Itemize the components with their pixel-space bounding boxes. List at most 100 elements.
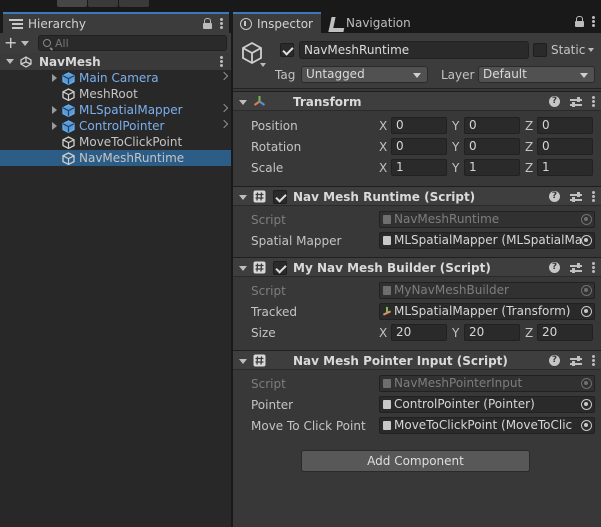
tracked-field[interactable]: MLSpatialMapper (Transform) <box>379 303 595 320</box>
position-z-field[interactable]: 0 <box>537 117 593 134</box>
info-icon <box>240 17 252 30</box>
axis-x-label[interactable]: X <box>379 117 391 134</box>
foldout-open-icon[interactable] <box>6 58 14 66</box>
object-picker-icon[interactable] <box>581 306 592 317</box>
help-icon[interactable]: ? <box>549 355 560 366</box>
foldout-open-icon[interactable] <box>239 357 247 365</box>
axis-z-label[interactable]: Z <box>525 117 537 134</box>
preset-icon[interactable] <box>570 96 582 107</box>
object-name-field[interactable]: NavMeshRuntime <box>299 41 529 59</box>
hierarchy-item[interactable]: Main Camera <box>0 70 231 86</box>
scale-y-field[interactable]: 1 <box>464 159 520 176</box>
layer-dropdown[interactable]: Default <box>478 66 595 83</box>
chevron-right-icon[interactable] <box>219 103 229 113</box>
axis-x-label[interactable]: X <box>379 159 391 176</box>
axis-y-label[interactable]: Y <box>452 117 464 134</box>
axis-x-label[interactable]: X <box>379 324 391 341</box>
static-checkbox[interactable] <box>533 43 547 57</box>
hierarchy-item[interactable]: ControlPointer <box>0 118 231 134</box>
component-enabled-checkbox[interactable] <box>273 190 287 204</box>
help-icon[interactable]: ? <box>549 262 560 273</box>
transform-header[interactable]: Transform ? <box>233 91 601 111</box>
scale-label: Scale <box>251 161 284 175</box>
object-picker-icon[interactable] <box>581 399 592 410</box>
rotation-y-field[interactable]: 0 <box>464 138 520 155</box>
scale-x-field[interactable]: 1 <box>391 159 447 176</box>
add-icon[interactable]: + <box>4 35 17 51</box>
scene-kebab-icon[interactable] <box>220 56 223 67</box>
component-kebab-icon[interactable] <box>592 262 595 273</box>
size-y-field[interactable]: 20 <box>464 324 520 341</box>
my-nav-mesh-builder-component: My Nav Mesh Builder (Script) ? Script My… <box>233 257 601 343</box>
foldout-closed-icon[interactable] <box>50 74 58 82</box>
hierarchy-item-label: MLSpatialMapper <box>79 103 183 117</box>
tab-inspector[interactable]: Inspector <box>233 12 321 33</box>
pause-button[interactable] <box>88 0 118 7</box>
inspector-kebab-icon[interactable] <box>592 16 595 27</box>
rotation-x-field[interactable]: 0 <box>391 138 447 155</box>
step-button[interactable] <box>119 0 149 7</box>
nav-mesh-pointer-input-header[interactable]: Nav Mesh Pointer Input (Script) ? <box>233 350 601 370</box>
component-kebab-icon[interactable] <box>592 355 595 366</box>
play-button[interactable] <box>57 0 87 7</box>
tab-inspector-label: Inspector <box>257 16 313 31</box>
lock-icon[interactable] <box>203 18 212 29</box>
object-picker-icon[interactable] <box>581 420 592 431</box>
component-enabled-checkbox[interactable] <box>273 261 287 275</box>
static-chevron-down-icon[interactable] <box>588 48 594 52</box>
component-kebab-icon[interactable] <box>592 191 595 202</box>
active-checkbox[interactable] <box>280 43 294 57</box>
axis-x-label[interactable]: X <box>379 138 391 155</box>
nav-mesh-runtime-header[interactable]: Nav Mesh Runtime (Script) ? <box>233 186 601 206</box>
position-x-field[interactable]: 0 <box>391 117 447 134</box>
scale-z-field[interactable]: 1 <box>537 159 593 176</box>
axis-z-label[interactable]: Z <box>525 138 537 155</box>
prefab-cube-icon <box>62 71 75 85</box>
hierarchy-item[interactable]: MLSpatialMapper <box>0 102 231 118</box>
help-icon[interactable]: ? <box>549 191 560 202</box>
foldout-open-icon[interactable] <box>239 98 247 106</box>
spatial-mapper-field[interactable]: MLSpatialMapper (MLSpatialMa <box>379 232 595 249</box>
rotation-z-field[interactable]: 0 <box>537 138 593 155</box>
axis-z-label[interactable]: Z <box>525 159 537 176</box>
tab-hierarchy[interactable]: Hierarchy <box>3 12 229 33</box>
chevron-right-icon[interactable] <box>219 119 229 129</box>
search-input[interactable]: All <box>38 35 227 51</box>
gameobject-cube-icon[interactable] <box>240 41 264 65</box>
object-picker-icon[interactable] <box>581 235 592 246</box>
hierarchy-item[interactable]: NavMeshRuntime <box>0 150 231 166</box>
tab-navigation[interactable]: Navigation <box>325 12 415 33</box>
chevron-down-icon[interactable] <box>21 40 29 46</box>
my-nav-mesh-builder-header[interactable]: My Nav Mesh Builder (Script) ? <box>233 257 601 277</box>
size-z-field[interactable]: 20 <box>537 324 593 341</box>
foldout-open-icon[interactable] <box>239 193 247 201</box>
preset-icon[interactable] <box>570 191 582 202</box>
chevron-right-icon[interactable] <box>219 71 229 81</box>
move-to-click-point-field[interactable]: MoveToClickPoint (MoveToClic <box>379 417 595 434</box>
foldout-closed-icon[interactable] <box>50 122 58 130</box>
inspector-lock-icon[interactable] <box>575 16 584 27</box>
foldout-open-icon[interactable] <box>239 264 247 272</box>
tag-dropdown[interactable]: Untagged <box>301 66 428 83</box>
position-y-field[interactable]: 0 <box>464 117 520 134</box>
size-row: Size X 20 Y 20 Z 20 <box>233 322 601 343</box>
axis-z-label[interactable]: Z <box>525 324 537 341</box>
preset-icon[interactable] <box>570 262 582 273</box>
hierarchy-item[interactable]: MoveToClickPoint <box>0 134 231 150</box>
script-value: NavMeshRuntime <box>394 212 500 226</box>
axis-y-label[interactable]: Y <box>452 324 464 341</box>
axis-y-label[interactable]: Y <box>452 138 464 155</box>
axis-y-label[interactable]: Y <box>452 159 464 176</box>
foldout-closed-icon[interactable] <box>50 106 58 114</box>
pointer-field[interactable]: ControlPointer (Pointer) <box>379 396 595 413</box>
preset-icon[interactable] <box>570 355 582 366</box>
kebab-menu-icon[interactable] <box>220 18 223 29</box>
hierarchy-item[interactable]: MeshRoot <box>0 86 231 102</box>
help-icon[interactable]: ? <box>549 96 560 107</box>
add-component-button[interactable]: Add Component <box>301 450 530 472</box>
icon-picker-chevron-icon[interactable] <box>260 63 266 67</box>
scene-row[interactable]: NavMesh <box>0 53 231 70</box>
component-kebab-icon[interactable] <box>592 96 595 107</box>
size-x-field[interactable]: 20 <box>391 324 447 341</box>
tab-navigation-label: Navigation <box>346 15 411 30</box>
